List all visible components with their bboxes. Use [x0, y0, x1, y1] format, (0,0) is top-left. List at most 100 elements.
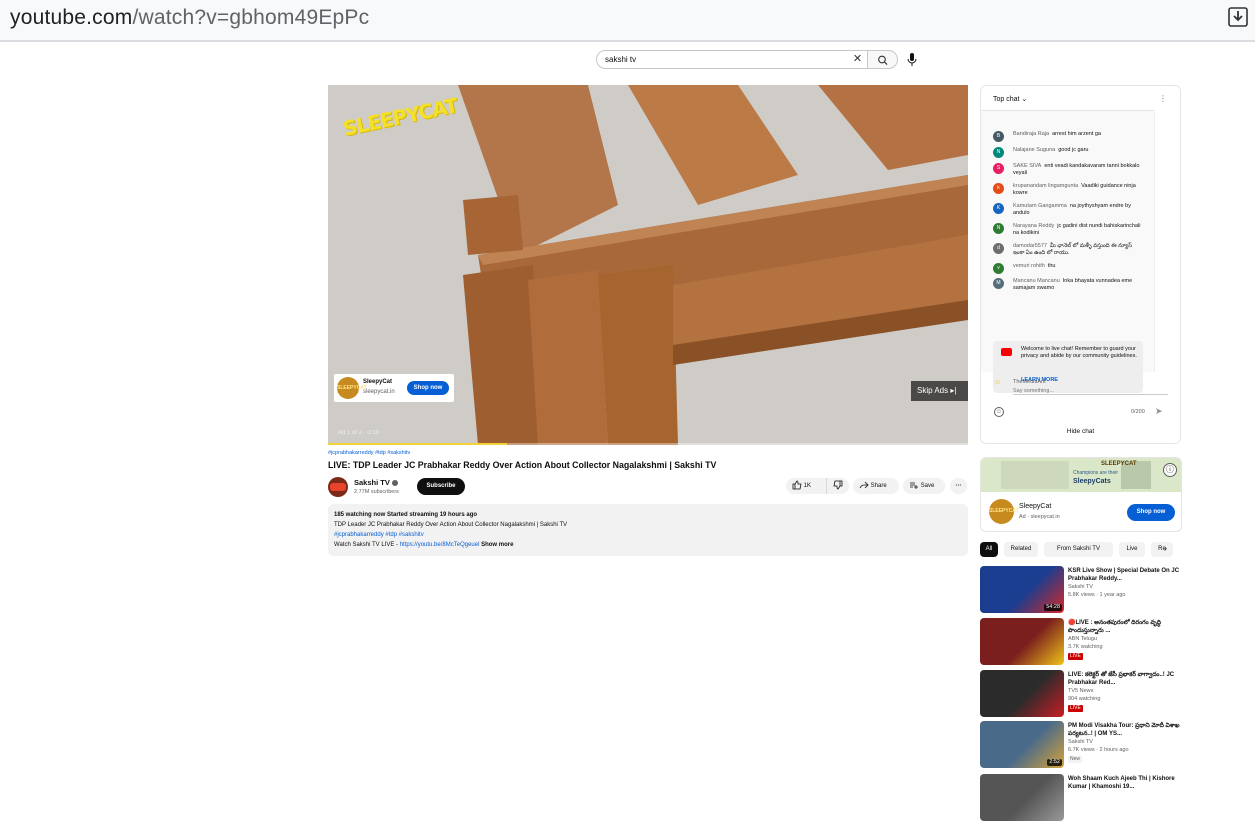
like-button[interactable]: 1K [786, 478, 826, 494]
chip-all[interactable]: All [980, 542, 998, 557]
more-actions-button[interactable]: ··· [950, 478, 967, 494]
related-channel-name[interactable]: ABN Telugu [1068, 636, 1097, 642]
share-button[interactable]: Share [853, 478, 899, 494]
url-path: /watch?v=gbhom49EpPc [132, 6, 370, 29]
description-box[interactable]: 185 watching now Started streaming 19 ho… [328, 504, 968, 556]
subscribe-button[interactable]: Subscribe [417, 478, 465, 495]
skip-ads-button[interactable]: Skip Ads ▸| [911, 381, 968, 401]
ad-banner[interactable]: SLEEPYCAT Champions are their SleepyCats… [981, 458, 1181, 492]
watch-link[interactable]: https://youtu.be/8McTeQgeuel [400, 542, 480, 548]
video-ad-card[interactable]: SLEEPYCAT SleepyCat sleepycat.in Shop no… [334, 374, 454, 402]
ad-progress-bar[interactable] [328, 443, 968, 445]
related-video-meta: 3.7K watching [1068, 644, 1103, 650]
chat-message-body: good jc garu [1058, 147, 1089, 153]
ad-advertiser-name: SleepyCat [363, 379, 393, 385]
chevron-right-icon[interactable]: › [1164, 543, 1167, 553]
youtube-page: ✕ SLEEPYCAT SLEEPYCAT SleepyCat sleepyca… [0, 44, 1255, 821]
related-video-title[interactable]: LIVE: కలెక్టర్ తో జేసీ ప్రభాకర్ వాగ్వాదం… [1068, 671, 1180, 687]
chat-avatar: B [993, 131, 1004, 142]
chat-message[interactable]: B Bandiraja Raja arrest him arzent ga [993, 131, 1143, 142]
search-button[interactable] [867, 50, 898, 69]
related-video-item[interactable]: Woh Shaam Kuch Ajeeb Thi | Kishore Kumar… [980, 774, 1180, 822]
chip-related[interactable]: Related [1004, 542, 1038, 557]
ad-shop-now-button[interactable]: Shop now [1127, 504, 1175, 521]
description-hashtags[interactable]: #jcprabhakarreddy #tdp #sakshitv [334, 530, 962, 540]
sleepycat-logo: SLEEPYCAT [989, 499, 1019, 524]
chat-scrollbar[interactable] [1154, 110, 1155, 372]
related-video-item[interactable]: 54:28 KSR Live Show | Special Debate On J… [980, 566, 1180, 614]
search-input[interactable] [605, 55, 845, 64]
search-box[interactable]: ✕ [596, 50, 868, 69]
microphone-icon[interactable] [905, 52, 919, 67]
chat-author: krupanandam lingamgunta [1013, 183, 1079, 189]
chat-message-text: Nalajane Suguna good jc garu [1013, 147, 1143, 154]
ad-progress-fill [328, 443, 508, 445]
chat-message-body: arrest him arzent ga [1052, 131, 1101, 137]
video-thumbnail[interactable]: 54:28 [980, 566, 1064, 613]
address-bar[interactable]: youtube.com/watch?v=gbhom49EpPc [0, 0, 1255, 42]
chat-messages-list[interactable]: Welcome to live chat! Remember to guard … [981, 110, 1155, 393]
chat-welcome-banner: Welcome to live chat! Remember to guard … [993, 341, 1143, 393]
send-icon[interactable]: ➤ [1155, 406, 1163, 417]
related-channel-name[interactable]: TV5 News [1068, 688, 1093, 694]
related-video-title[interactable]: PM Modi Visakha Tour: ప్రధాని మోదీ విశాఖ… [1068, 722, 1180, 738]
related-video-title[interactable]: 🔴LIVE : అనంతపురంలో దిరంగం వృద్ధి పొందుస్… [1068, 619, 1180, 635]
info-icon[interactable]: ⓘ [1163, 463, 1177, 477]
chat-message-text: Bandiraja Raja arrest him arzent ga [1013, 131, 1143, 138]
top-chat-dropdown[interactable]: Top chat ⌄ [993, 95, 1027, 103]
sleepycat-logo: SLEEPYCAT [337, 377, 367, 399]
sidebar-ad[interactable]: SLEEPYCAT Champions are their SleepyCats… [980, 457, 1182, 532]
download-icon[interactable] [1227, 6, 1249, 28]
video-thumbnail[interactable] [980, 618, 1064, 665]
video-player[interactable]: SLEEPYCAT SLEEPYCAT SleepyCat sleepycat.… [328, 85, 968, 445]
video-thumbnail[interactable] [980, 670, 1064, 717]
chat-message[interactable]: d damodar5577 మీ ఛానెల్ లో మళ్ళీ వస్తుంది … [993, 243, 1143, 257]
related-channel-name[interactable]: Sakshi TV [1068, 584, 1093, 590]
chat-message-text: krupanandam lingamgunta Vaadiki guidance … [1013, 183, 1143, 197]
ad-banner-headline: SleepyCats [1073, 478, 1111, 485]
video-duration: 2:52 [1047, 759, 1062, 766]
related-channel-name[interactable]: Sakshi TV [1068, 739, 1093, 745]
show-more-button[interactable]: Show more [481, 542, 513, 548]
chat-message[interactable]: S SAKE SIVA enti veadi kandakavaram tanni … [993, 163, 1143, 177]
channel-name[interactable]: Sakshi TV [354, 478, 390, 487]
video-duration: 54:28 [1044, 604, 1062, 611]
chat-avatar: M [993, 278, 1004, 289]
channel-name-row[interactable]: Sakshi TV [354, 478, 398, 487]
emoji-icon[interactable]: ☺ [994, 407, 1004, 417]
related-video-item[interactable]: LIVE: కలెక్టర్ తో జేసీ ప్రభాకర్ వాగ్వాదం… [980, 670, 1180, 718]
chat-author: SAKE SIVA [1013, 163, 1042, 169]
chat-message[interactable]: k krupanandam lingamgunta Vaadiki guidance… [993, 183, 1143, 197]
description-line: TDP Leader JC Prabhakar Reddy Over Actio… [334, 522, 568, 528]
dislike-button[interactable] [826, 478, 849, 494]
related-video-item[interactable]: 2:52 PM Modi Visakha Tour: ప్రధాని మోదీ వ… [980, 721, 1180, 769]
video-hashtags[interactable]: #jcprabhakarreddy #tdp #sakshitv [328, 450, 410, 456]
chat-message[interactable]: M Mancanu Mancanu Inka bhayata vunnadea em… [993, 278, 1143, 292]
related-video-title[interactable]: KSR Live Show | Special Debate On JC Pra… [1068, 567, 1180, 583]
save-button[interactable]: Save [903, 478, 945, 494]
compose-username: TheMediaAnt [1013, 379, 1046, 385]
chat-avatar: S [993, 163, 1004, 174]
save-label: Save [920, 483, 935, 489]
chat-message[interactable]: N Narayana Reddy jc gadini dist nundi bahi… [993, 223, 1143, 237]
chat-message[interactable]: v vemuri rohith thu [993, 263, 1143, 274]
ad-advertiser-domain: Ad · sleepycat.in [1019, 514, 1060, 520]
chat-message[interactable]: N Nalajane Suguna good jc garu [993, 147, 1143, 158]
chat-header-label: Top chat [993, 96, 1020, 103]
video-thumbnail[interactable] [980, 774, 1064, 821]
hide-chat-button[interactable]: Hide chat [981, 428, 1180, 435]
chip-from-sakshi-tv[interactable]: From Sakshi TV [1044, 542, 1113, 557]
url-text[interactable]: youtube.com/watch?v=gbhom49EpPc [10, 6, 369, 30]
chat-message[interactable]: K Kamutam Gangamma na joythyshyam endre by… [993, 203, 1143, 217]
chat-menu-icon[interactable]: ⋮ [1159, 94, 1167, 103]
ad-shop-now-button[interactable]: Shop now [407, 381, 449, 395]
related-video-item[interactable]: 🔴LIVE : అనంతపురంలో దిరంగం వృద్ధి పొందుస్… [980, 618, 1180, 666]
chip-live[interactable]: Live [1119, 542, 1145, 557]
chip-recent[interactable]: Re [1151, 542, 1173, 557]
video-thumbnail[interactable]: 2:52 [980, 721, 1064, 768]
chat-message-input[interactable] [1013, 388, 1168, 395]
chat-avatar: k [993, 183, 1004, 194]
related-video-title[interactable]: Woh Shaam Kuch Ajeeb Thi | Kishore Kumar… [1068, 775, 1180, 791]
channel-avatar[interactable] [328, 477, 348, 497]
clear-search-icon[interactable]: ✕ [852, 54, 863, 65]
